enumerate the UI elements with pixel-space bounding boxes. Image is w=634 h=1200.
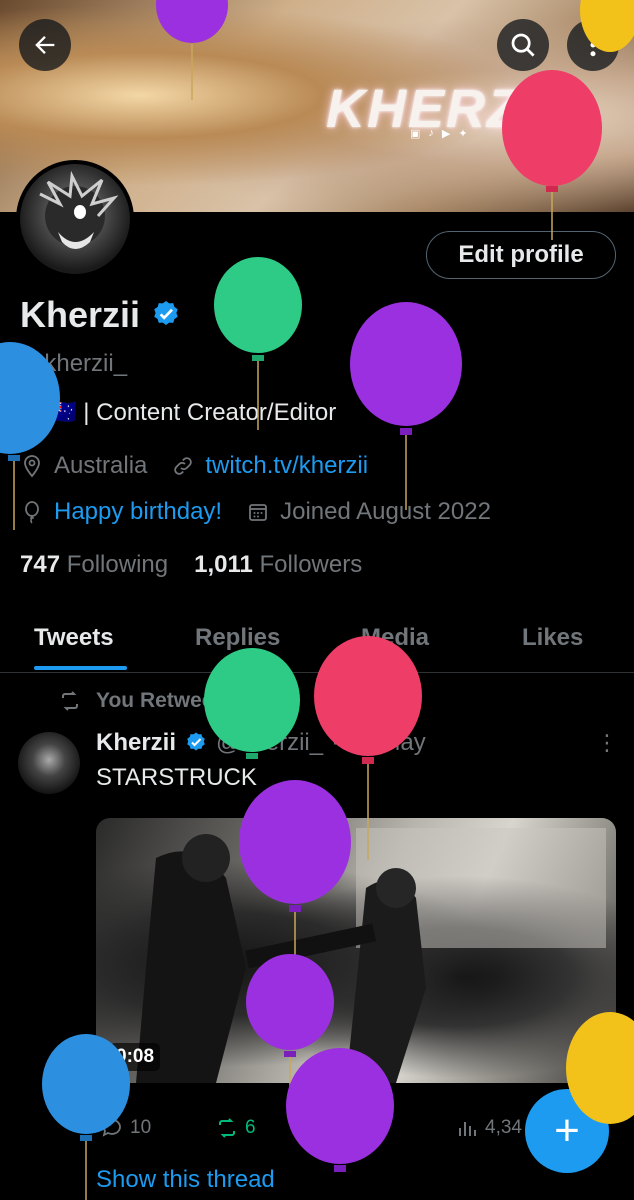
profile-name-row: Kherzii [20,294,182,336]
views-button[interactable]: 4,34 [455,1116,522,1140]
reply-button[interactable]: 10 [100,1116,151,1140]
video-duration: 0:08 [110,1043,161,1071]
tiktok-icon: ♪ [428,127,434,139]
retweet-icon [62,691,78,711]
twitch-icon: ▣ [410,128,421,140]
balloon-icon [25,501,39,524]
avatar-art [39,170,119,249]
views-chart-icon [459,1122,476,1136]
active-tab-indicator [34,666,127,670]
retweeted-label: You Retweeted [96,689,245,712]
like-count: 43 [365,1117,387,1138]
search-icon [511,33,535,57]
retweet-button[interactable]: 6 [215,1116,256,1140]
video-thumbnail [136,828,606,1083]
reply-icon [102,1119,121,1137]
tweet-author-name[interactable]: Kherzii [96,729,176,757]
back-button[interactable] [19,19,71,71]
show-thread-link[interactable]: Show this thread [96,1166,275,1194]
tweet-separator: · [331,729,340,756]
profile-location: Australia [54,452,148,479]
view-count: 4,34 [485,1117,522,1138]
following-label: Following [66,551,169,578]
tweet-text: STARSTRUCK [96,764,257,791]
profile-website-link[interactable]: twitch.tv/kherzii [205,452,368,480]
followers-link[interactable]: 1,011 Followers [194,551,362,579]
profile-tabs: Tweets Replies Media Likes [0,610,634,673]
tab-likes[interactable]: Likes [522,624,583,652]
tab-tweets[interactable]: Tweets [34,624,114,652]
profile-bio: 23🇦🇺 | Content Creator/Editor [20,399,337,426]
compose-tweet-button[interactable]: + [525,1089,609,1173]
profile-meta-row-1: Australia twitch.tv/kherzii [20,452,368,480]
retweet-count: 6 [245,1117,256,1138]
following-count: 747 [20,551,61,578]
tweet-date[interactable]: 23 May [347,729,426,757]
profile-joined-date: Joined August 2022 [280,498,491,525]
followers-label: Followers [259,551,363,578]
tab-replies[interactable]: Replies [195,624,280,652]
more-vertical-icon [590,33,596,57]
more-options-button[interactable] [567,19,619,71]
link-icon [174,457,193,475]
tweet-video[interactable]: 0:08 [96,818,616,1083]
calendar-icon [249,504,267,521]
profile-name: Kherzii [20,294,141,335]
reply-count: 10 [130,1117,152,1138]
followers-count: 1,011 [194,551,253,578]
plus-icon: + [554,1106,580,1155]
tweet-author-avatar[interactable] [18,732,80,794]
youtube-icon: ▶ [441,128,451,140]
profile-meta-row-2: Happy birthday! Joined August 2022 [20,498,491,526]
birthday-message[interactable]: Happy birthday! [54,498,222,526]
tweet-author-handle: @kherzii_ [216,729,324,756]
verified-badge-icon[interactable] [150,299,182,331]
tweet-header: Kherzii @kherzii_ · 23 May [96,729,426,757]
tab-media[interactable]: Media [361,624,429,652]
retweet-icon [219,1118,235,1138]
location-pin-icon [24,455,40,478]
search-button[interactable] [497,19,549,71]
edit-profile-button[interactable]: Edit profile [426,231,616,279]
verified-badge-icon [187,732,205,751]
like-button[interactable]: 43 [335,1116,386,1140]
profile-handle: @kherzii_ [20,350,128,377]
follow-stats: 747 Following 1,011 Followers [20,551,362,579]
profile-avatar[interactable] [16,160,134,278]
back-arrow-icon [35,36,55,54]
twitter-icon: ✦ [458,128,468,140]
tweet-more-icon[interactable]: ⋮ [596,730,618,756]
retweet-context: You Retweeted [58,689,245,713]
following-link[interactable]: 747 Following [20,551,168,579]
heart-icon [339,1121,355,1138]
banner-social-icons: ▣ ♪ ▶ ✦ [410,127,468,140]
